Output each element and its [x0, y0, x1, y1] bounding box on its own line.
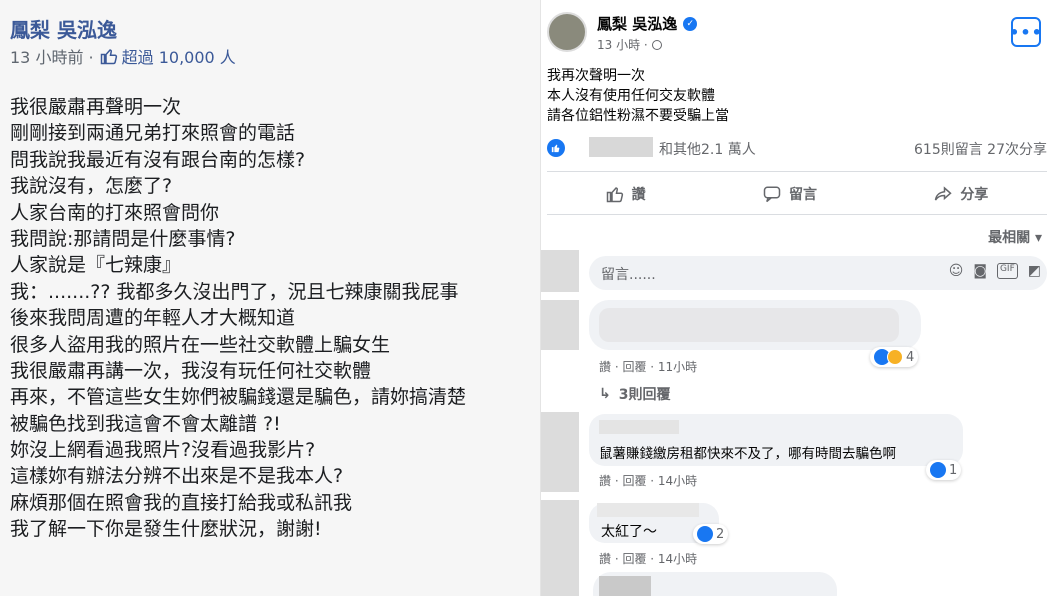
post-line: 我問說:那請問是什麼事情?	[10, 227, 236, 250]
post-line: 我說沒有，怎麼了?	[10, 175, 173, 198]
blurred-name	[589, 137, 653, 157]
right-post-meta: 13 小時 ·	[597, 36, 662, 53]
comment-reaction-count: 4	[906, 349, 915, 365]
post-line: 很多人盜用我的照片在一些社交軟體上騙女生	[10, 333, 391, 356]
left-post-meta: 13 小時前 · 超過 10,000 人	[10, 44, 236, 68]
thumbs-up-icon	[100, 49, 117, 65]
left-post-time[interactable]: 13 小時前 ·	[10, 44, 94, 68]
post-line: 我很嚴肅再講一次，我沒有玩任何社交軟體	[10, 359, 372, 382]
left-author-name[interactable]: 鳳梨 吳泓逸	[10, 14, 117, 43]
post-line: 人家說是『七辣康』	[10, 254, 182, 277]
comment-meta[interactable]: 讚 · 回覆 · 14小時	[599, 550, 697, 567]
commenter-avatar[interactable]	[541, 300, 579, 350]
comment-text: 太紅了～	[601, 524, 657, 540]
blurred-commenter-name	[597, 503, 699, 517]
comment-reactions[interactable]: 1	[926, 460, 962, 480]
share-icon	[935, 186, 952, 201]
share-button-label: 分享	[960, 187, 989, 203]
comment-sort-dropdown[interactable]: 最相關 ▾	[988, 227, 1042, 247]
comment-reactions[interactable]: 4	[870, 347, 919, 367]
post-actions: 讚 留言 分享	[547, 179, 1047, 209]
right-post-panel: 鳳梨 吳泓逸 ✓ 13 小時 · ••• 我再次聲明一次 本人沒有使用任何交友軟…	[541, 0, 1060, 596]
user-avatar	[541, 250, 579, 292]
post-line: 妳沒上網看過我照片?沒看過我影片?	[10, 439, 316, 462]
blurred-comment	[599, 308, 899, 342]
commenter-avatar[interactable]	[541, 500, 579, 596]
share-button[interactable]: 分享	[934, 179, 988, 209]
like-reaction-icon	[930, 462, 946, 478]
comment-meta[interactable]: 讚 · 回覆 · 11小時	[599, 358, 697, 375]
emoji-icon[interactable]: ☺	[949, 263, 964, 279]
camera-icon[interactable]: ◙	[973, 263, 987, 279]
blurred-commenter-name	[599, 420, 679, 434]
more-options-button[interactable]: •••	[1009, 17, 1043, 47]
commenter-avatar[interactable]	[541, 412, 579, 492]
comment-button[interactable]: 留言	[763, 179, 817, 209]
reply-arrow-icon: ↳	[599, 386, 611, 402]
like-button-label: 讚	[631, 187, 646, 203]
reaction-summary[interactable]: 和其他2.1 萬人 615則留言 27次分享	[547, 137, 1047, 159]
sort-label: 最相關	[988, 230, 1031, 246]
comment-input-placeholder: 留言......	[601, 267, 656, 283]
left-post-body: 我很嚴肅再聲明一次 剛剛接到兩通兄弟打來照會的電話 問我說我最近有沒有跟台南的怎…	[10, 94, 540, 543]
comment-share-counts[interactable]: 615則留言 27次分享	[914, 139, 1047, 159]
verified-badge-icon: ✓	[683, 16, 698, 31]
reaction-count-text: 和其他2.1 萬人	[659, 142, 756, 158]
comment-reactions[interactable]: 2	[693, 524, 729, 544]
post-line: 再來，不管這些女生妳們被騙錢還是騙色，請妳搞清楚	[10, 386, 467, 409]
like-reaction-icon	[547, 139, 565, 157]
post-line: 剛剛接到兩通兄弟打來照會的電話	[10, 122, 296, 145]
post-line: 我很嚴肅再聲明一次	[10, 96, 182, 118]
right-post-body: 我再次聲明一次 本人沒有使用任何交友軟體 請各位鋁性粉濕不要受騙上當	[547, 66, 729, 126]
sticker-icon[interactable]: ◩	[1028, 263, 1041, 279]
separator	[547, 171, 1047, 172]
post-line: 被騙色找到我這會不會太離譜 ?!	[10, 412, 281, 435]
replies-label: 3則回覆	[618, 387, 671, 403]
comment-input-tools: ☺ ◙ GIF ◩	[949, 263, 1041, 279]
left-likes-count: 超過 10,000 人	[121, 48, 236, 67]
like-reaction-icon	[697, 526, 713, 542]
haha-reaction-icon	[887, 349, 903, 365]
post-line: 請各位鋁性粉濕不要受騙上當	[547, 108, 729, 124]
post-line: 人家台南的打來照會問你	[10, 201, 220, 224]
blurred-commenter-name	[599, 576, 651, 596]
left-likes[interactable]: 超過 10,000 人	[100, 44, 236, 68]
comment-bubble: 鼠薯賺錢繳房租都快來不及了，哪有時間去騙色啊	[589, 414, 963, 466]
comment-meta[interactable]: 讚 · 回覆 · 14小時	[599, 472, 697, 489]
comment-input[interactable]: 留言...... ☺ ◙ GIF ◩	[589, 256, 1047, 290]
left-post-panel: 鳳梨 吳泓逸 13 小時前 · 超過 10,000 人 我很嚴肅再聲明一次 剛剛…	[0, 0, 540, 596]
right-author-name[interactable]: 鳳梨 吳泓逸	[597, 13, 677, 34]
comment-button-label: 留言	[788, 187, 817, 203]
comment-icon	[763, 186, 781, 203]
post-line: 我了解一下你是發生什麼狀況，謝謝!	[10, 518, 322, 541]
comment-bubble	[593, 572, 837, 596]
more-dots-icon: •••	[1009, 22, 1043, 42]
post-line: 後來我問周遭的年輕人才大概知道	[10, 307, 296, 330]
right-author: 鳳梨 吳泓逸 ✓	[597, 13, 698, 34]
caret-down-icon: ▾	[1034, 230, 1042, 246]
post-line: 我：.......?? 我都多久沒出門了，況且七辣康關我屁事	[10, 280, 459, 303]
thumbs-up-icon	[606, 187, 623, 203]
right-post-time[interactable]: 13 小時 ·	[597, 36, 648, 53]
post-line: 麻煩那個在照會我的直接打給我或私訊我	[10, 491, 353, 514]
post-line: 本人沒有使用任何交友軟體	[547, 88, 715, 104]
post-line: 這樣妳有辦法分辨不出來是不是我本人?	[10, 465, 344, 488]
view-replies-link[interactable]: ↳ 3則回覆	[599, 384, 670, 404]
separator	[547, 214, 1047, 215]
gif-icon[interactable]: GIF	[996, 263, 1018, 279]
comment-text: 鼠薯賺錢繳房租都快來不及了，哪有時間去騙色啊	[599, 446, 896, 462]
globe-icon	[651, 39, 662, 50]
comment-reaction-count: 1	[949, 462, 958, 478]
post-line: 問我說我最近有沒有跟台南的怎樣?	[10, 148, 306, 171]
like-button[interactable]: 讚	[606, 179, 646, 209]
author-avatar[interactable]	[547, 12, 587, 52]
post-line: 我再次聲明一次	[547, 68, 645, 84]
comment-reaction-count: 2	[716, 526, 725, 542]
comment-bubble	[589, 300, 921, 350]
